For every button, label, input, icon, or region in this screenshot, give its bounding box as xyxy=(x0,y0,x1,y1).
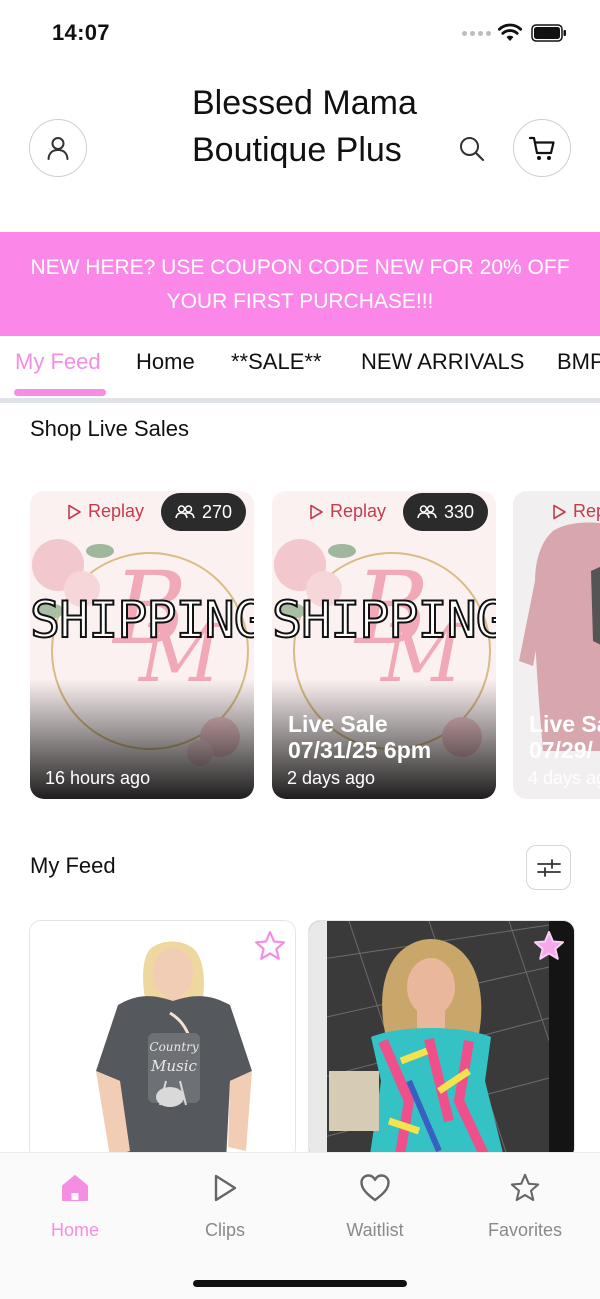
home-icon xyxy=(62,1175,88,1201)
battery-icon xyxy=(531,24,566,42)
nav-waitlist[interactable]: Waitlist xyxy=(315,1168,435,1241)
replay-label[interactable]: Replay xyxy=(308,501,386,522)
viewer-count-badge: 270 xyxy=(160,493,246,531)
sale-title: Live Sale 07/31/25 6pm xyxy=(288,711,431,763)
store-title: Blessed Mama Boutique Plus xyxy=(192,84,417,169)
sale-time-ago: 16 hours ago xyxy=(45,768,151,788)
sale-title-line-2: 07/31/25 6pm xyxy=(288,737,432,763)
category-tabs: My Feed Home **SALE** NEW ARRIVALS BMP xyxy=(0,336,600,398)
replay-label[interactable]: Rep xyxy=(551,501,600,522)
promo-line-1: NEW HERE? USE COUPON CODE NEW FOR 20% OF… xyxy=(30,256,570,279)
tab-sale[interactable]: **SALE** xyxy=(231,349,322,375)
nav-home[interactable]: Home xyxy=(15,1168,135,1241)
product-card[interactable]: Country Music xyxy=(29,920,296,1160)
user-icon xyxy=(47,137,69,160)
viewers-icon xyxy=(417,505,437,519)
tab-home[interactable]: Home xyxy=(136,349,195,375)
nav-favorites[interactable]: Favorites xyxy=(465,1168,585,1241)
sale-title-line-2: 07/29/ xyxy=(529,737,593,763)
feed-title: My Feed xyxy=(30,853,116,878)
replay-label[interactable]: Replay xyxy=(66,501,144,522)
star-outline-icon[interactable] xyxy=(253,929,287,963)
search-icon xyxy=(460,137,485,162)
viewer-count: 330 xyxy=(443,501,474,522)
live-sales-title: Shop Live Sales xyxy=(30,416,189,441)
live-sale-card[interactable]: B M SHIPPING Replay 270 16 hours ago xyxy=(30,491,254,799)
store-header: Blessed Mama Boutique Plus xyxy=(0,66,600,232)
artwork-text: SHIPPING xyxy=(30,590,254,650)
cart-button[interactable] xyxy=(513,119,571,177)
sliders-icon xyxy=(536,858,561,877)
play-outline-icon xyxy=(68,504,81,519)
live-sale-card[interactable]: B M SHIPPING Replay 330 Live Sale 07/31/… xyxy=(272,491,496,799)
tabs-divider xyxy=(0,398,600,403)
promo-line-2: YOUR FIRST PURCHASE!!! xyxy=(166,290,434,313)
live-sale-card[interactable]: Rep Live Sa 07/29/ 4 days ag xyxy=(513,491,600,799)
product-card[interactable] xyxy=(308,920,575,1160)
bottom-navigation: Home Clips Waitlist Favorites xyxy=(0,1152,600,1299)
search-button[interactable] xyxy=(455,132,489,166)
viewers-icon xyxy=(175,505,195,519)
wifi-icon xyxy=(498,23,522,41)
nav-clips[interactable]: Clips xyxy=(165,1168,285,1241)
sale-time-ago: 4 days ag xyxy=(528,768,600,788)
heart-icon xyxy=(360,1174,390,1202)
account-button[interactable] xyxy=(29,119,87,177)
signal-icon xyxy=(462,31,491,36)
tab-my-feed[interactable]: My Feed xyxy=(15,349,101,375)
svg-text:Music: Music xyxy=(150,1057,198,1075)
artwork-text: SHIPPING xyxy=(272,590,496,650)
sale-title-line-1: Live Sale xyxy=(288,711,388,737)
star-icon xyxy=(510,1173,540,1202)
cart-icon xyxy=(528,136,555,160)
replay-text: Replay xyxy=(88,501,145,521)
star-filled-icon[interactable] xyxy=(532,929,566,963)
replay-text: Replay xyxy=(330,501,387,521)
svg-text:Country: Country xyxy=(149,1040,198,1054)
home-indicator xyxy=(193,1280,407,1287)
nav-waitlist-label: Waitlist xyxy=(346,1220,404,1240)
tab-new-arrivals[interactable]: NEW ARRIVALS xyxy=(361,349,524,375)
nav-favorites-label: Favorites xyxy=(487,1220,563,1240)
play-icon xyxy=(214,1174,237,1202)
sale-title: Live Sa 07/29/ xyxy=(529,711,600,763)
status-bar: 14:07 xyxy=(0,0,600,66)
active-tab-indicator xyxy=(14,389,106,396)
sale-time-ago: 2 days ago xyxy=(287,768,376,788)
tab-bmp[interactable]: BMP xyxy=(557,349,600,375)
filter-button[interactable] xyxy=(526,845,571,890)
status-time: 14:07 xyxy=(52,20,110,45)
replay-text: Rep xyxy=(573,501,600,521)
nav-clips-label: Clips xyxy=(204,1220,245,1240)
sale-title-line-1: Live Sa xyxy=(529,711,600,737)
viewer-count: 270 xyxy=(201,501,232,522)
play-outline-icon xyxy=(310,504,323,519)
promo-banner[interactable]: NEW HERE? USE COUPON CODE NEW FOR 20% OF… xyxy=(0,232,600,336)
viewer-count-badge: 330 xyxy=(402,493,488,531)
play-outline-icon xyxy=(553,504,566,519)
nav-home-label: Home xyxy=(50,1220,99,1240)
